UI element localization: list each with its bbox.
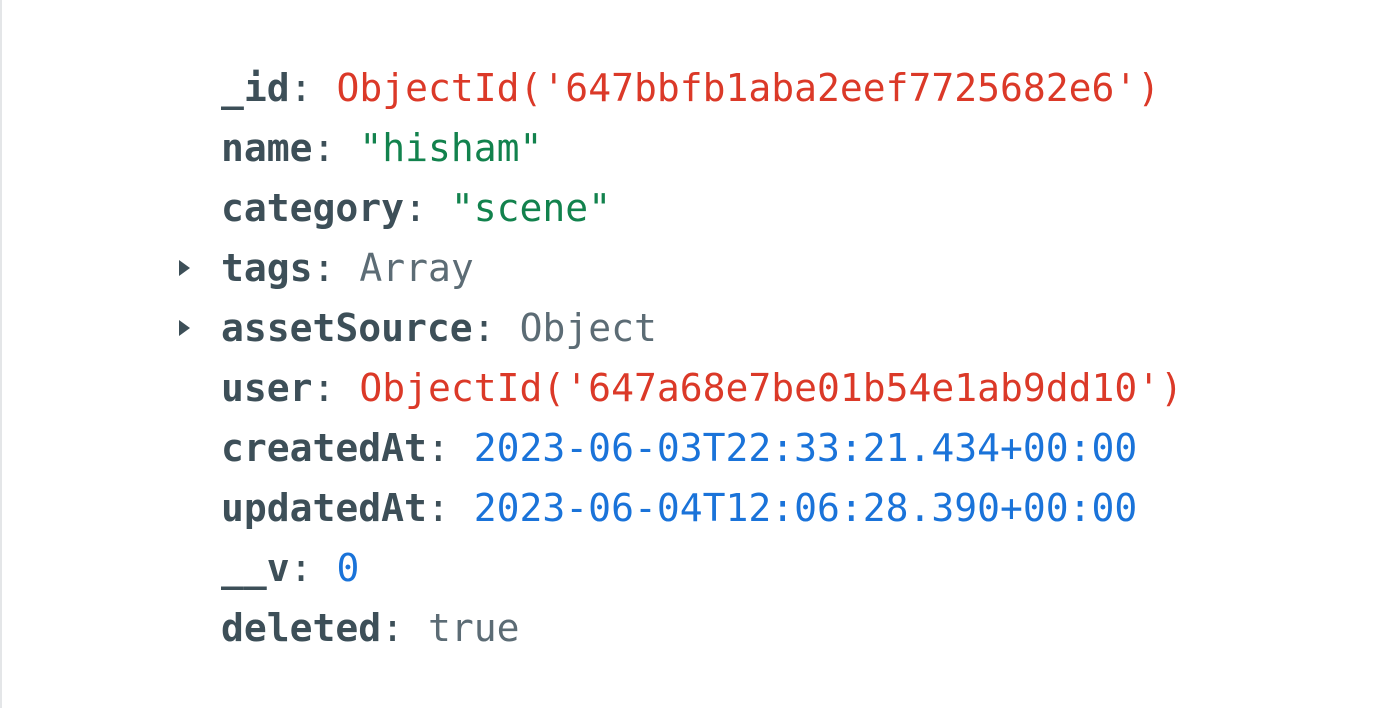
- field-row-name[interactable]: name: "hisham": [175, 118, 1183, 178]
- field-separator: :: [404, 186, 427, 230]
- field-row-updatedat[interactable]: updatedAt: 2023-06-04T12:06:28.390+00:00: [175, 478, 1183, 538]
- field-separator: :: [289, 66, 313, 110]
- field-row-deleted[interactable]: deleted: true: [175, 598, 1183, 658]
- document-fields: _id: ObjectId('647bbfb1aba2eef7725682e6')…: [175, 58, 1183, 658]
- field-separator: :: [426, 486, 450, 530]
- field-key: tags: [221, 246, 313, 290]
- field-value: 2023-06-03T22:33:21.434+00:00: [473, 426, 1138, 470]
- field-separator: :: [426, 426, 450, 470]
- field-value: ObjectId('647a68e7be01b54e1ab9dd10'): [359, 366, 1184, 410]
- field-value: Object: [519, 306, 657, 350]
- field-key: updatedAt: [221, 486, 427, 530]
- field-key: createdAt: [221, 426, 427, 470]
- field-row-assetsource[interactable]: assetSource: Object: [175, 298, 1183, 358]
- field-separator: :: [312, 126, 336, 170]
- field-row-id[interactable]: _id: ObjectId('647bbfb1aba2eef7725682e6'): [175, 58, 1183, 118]
- field-value: 2023-06-04T12:06:28.390+00:00: [473, 486, 1138, 530]
- field-separator: :: [312, 366, 336, 410]
- field-key: deleted: [221, 606, 382, 650]
- field-separator: :: [472, 306, 496, 350]
- field-key: _id: [221, 66, 290, 110]
- field-row-createdat[interactable]: createdAt: 2023-06-03T22:33:21.434+00:00: [175, 418, 1183, 478]
- field-row-tags[interactable]: tags: Array: [175, 238, 1183, 298]
- field-separator: :: [289, 546, 313, 590]
- field-separator: :: [312, 246, 336, 290]
- field-key: assetSource: [221, 306, 473, 350]
- field-key: name: [221, 126, 313, 170]
- field-key: user: [221, 366, 313, 410]
- field-row-user[interactable]: user: ObjectId('647a68e7be01b54e1ab9dd10'…: [175, 358, 1183, 418]
- field-separator: :: [381, 606, 405, 650]
- field-key: __v: [221, 546, 290, 590]
- field-value: true: [428, 606, 520, 650]
- field-value: "hisham": [359, 126, 543, 170]
- field-value: 0: [336, 546, 360, 590]
- panel-border: [0, 0, 2, 708]
- field-value: ObjectId('647bbfb1aba2eef7725682e6'): [336, 66, 1161, 110]
- field-row-category[interactable]: category: "scene": [175, 178, 1183, 238]
- expand-caret-icon[interactable]: [179, 260, 190, 276]
- document-viewer: _id: ObjectId('647bbfb1aba2eef7725682e6')…: [0, 0, 1377, 708]
- field-value: "scene": [450, 186, 612, 230]
- field-key: category: [221, 186, 405, 230]
- expand-caret-icon[interactable]: [179, 320, 190, 336]
- field-value: Array: [359, 246, 474, 290]
- field-row-v[interactable]: __v: 0: [175, 538, 1183, 598]
